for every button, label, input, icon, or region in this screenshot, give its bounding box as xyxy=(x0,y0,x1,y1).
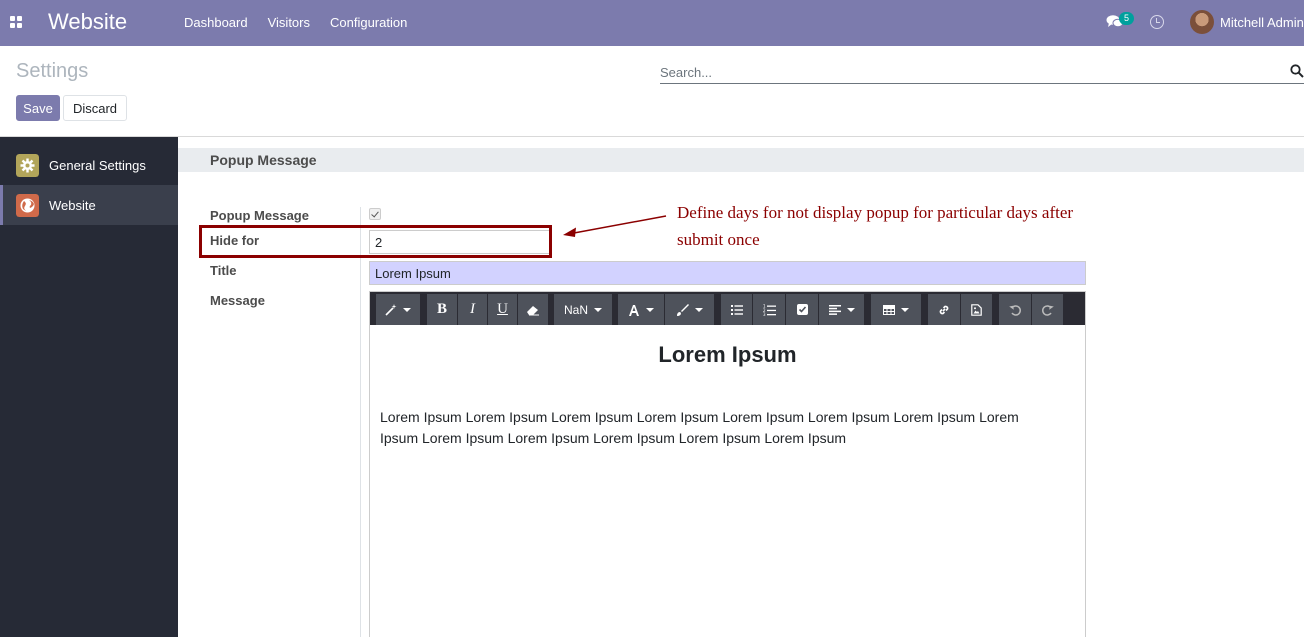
popup-message-label: Popup Message xyxy=(210,208,309,223)
toolbar-group-font-size: NaN xyxy=(554,294,612,325)
editor-toolbar: B I U NaN 1 2 3 xyxy=(370,292,1085,325)
gear-icon xyxy=(16,153,39,177)
title-label: Title xyxy=(210,263,237,278)
message-label: Message xyxy=(210,293,265,308)
svg-text:3: 3 xyxy=(763,312,766,316)
editor-heading: Lorem Ipsum xyxy=(658,342,797,367)
clock-icon[interactable] xyxy=(1150,15,1164,29)
redo-icon[interactable] xyxy=(1032,294,1063,325)
sidebar-item-label: Website xyxy=(49,197,96,213)
annotation-highlight-box xyxy=(199,225,552,258)
title-input[interactable] xyxy=(369,261,1086,285)
toolbar-group-history xyxy=(999,294,1063,325)
search-input[interactable] xyxy=(660,61,1280,83)
checklist-icon[interactable] xyxy=(786,294,818,325)
popup-message-checkbox[interactable] xyxy=(369,208,381,220)
sidebar-item-website[interactable]: Website xyxy=(0,185,178,225)
undo-icon[interactable] xyxy=(999,294,1031,325)
italic-icon[interactable]: I xyxy=(458,294,487,325)
font-size-dropdown[interactable]: NaN xyxy=(554,294,612,325)
app-title[interactable]: Website xyxy=(48,9,127,35)
toolbar-group-insert xyxy=(928,294,992,325)
divider xyxy=(360,207,361,637)
main-menu: Dashboard Visitors Configuration xyxy=(184,15,407,30)
top-navbar: Website Dashboard Visitors Configuration… xyxy=(0,0,1304,46)
toolbar-group-style xyxy=(376,294,420,325)
toolbar-group-table xyxy=(871,294,921,325)
table-icon[interactable] xyxy=(871,294,921,325)
image-icon[interactable] xyxy=(961,294,992,325)
editor-paragraph: Lorem Ipsum Lorem Ipsum Lorem Ipsum Lore… xyxy=(380,409,1019,446)
user-menu[interactable]: Mitchell Admin xyxy=(1220,15,1304,30)
eraser-icon[interactable] xyxy=(518,294,548,325)
apps-grid-icon[interactable] xyxy=(10,16,22,28)
paint-brush-icon[interactable] xyxy=(665,294,714,325)
menu-item-dashboard[interactable]: Dashboard xyxy=(184,15,248,30)
section-title: Popup Message xyxy=(178,148,1304,172)
annotation-text: Define days for not display popup for pa… xyxy=(677,203,1074,249)
toolbar-group-color xyxy=(618,294,714,325)
search-box xyxy=(660,61,1304,84)
bold-icon[interactable]: B xyxy=(427,294,457,325)
sidebar-item-general-settings[interactable]: General Settings xyxy=(0,145,178,185)
menu-item-visitors[interactable]: Visitors xyxy=(268,15,310,30)
search-icon[interactable] xyxy=(1290,64,1304,78)
ordered-list-icon[interactable]: 123 xyxy=(753,294,785,325)
sidebar-item-label: General Settings xyxy=(49,157,146,173)
align-icon[interactable] xyxy=(819,294,864,325)
chat-badge: 5 xyxy=(1119,12,1135,25)
avatar[interactable] xyxy=(1190,10,1214,34)
font-size-value: NaN xyxy=(563,302,588,317)
control-panel: Settings Save Discard xyxy=(0,46,1304,137)
underline-icon[interactable]: U xyxy=(488,294,517,325)
font-color-icon[interactable] xyxy=(618,294,664,325)
toolbar-group-paragraph: 123 xyxy=(721,294,864,325)
settings-sidebar: General Settings Website xyxy=(0,137,178,637)
page-title: Settings xyxy=(16,60,89,82)
discard-button[interactable]: Discard xyxy=(63,95,127,121)
message-editor[interactable]: B I U NaN 1 2 3 Lorem Ipsum Lorem Ipsum … xyxy=(369,291,1086,637)
annotation-arrow-icon xyxy=(563,215,667,237)
save-button[interactable]: Save xyxy=(16,95,60,121)
menu-item-configuration[interactable]: Configuration xyxy=(330,15,407,30)
globe-icon xyxy=(16,193,39,217)
unordered-list-icon[interactable] xyxy=(721,294,752,325)
toolbar-group-format: B I U xyxy=(427,294,548,325)
editor-content[interactable]: Lorem Ipsum Lorem Ipsum Lorem Ipsum Lore… xyxy=(370,325,1085,637)
magic-wand-icon[interactable] xyxy=(376,294,420,325)
link-icon[interactable] xyxy=(928,294,960,325)
